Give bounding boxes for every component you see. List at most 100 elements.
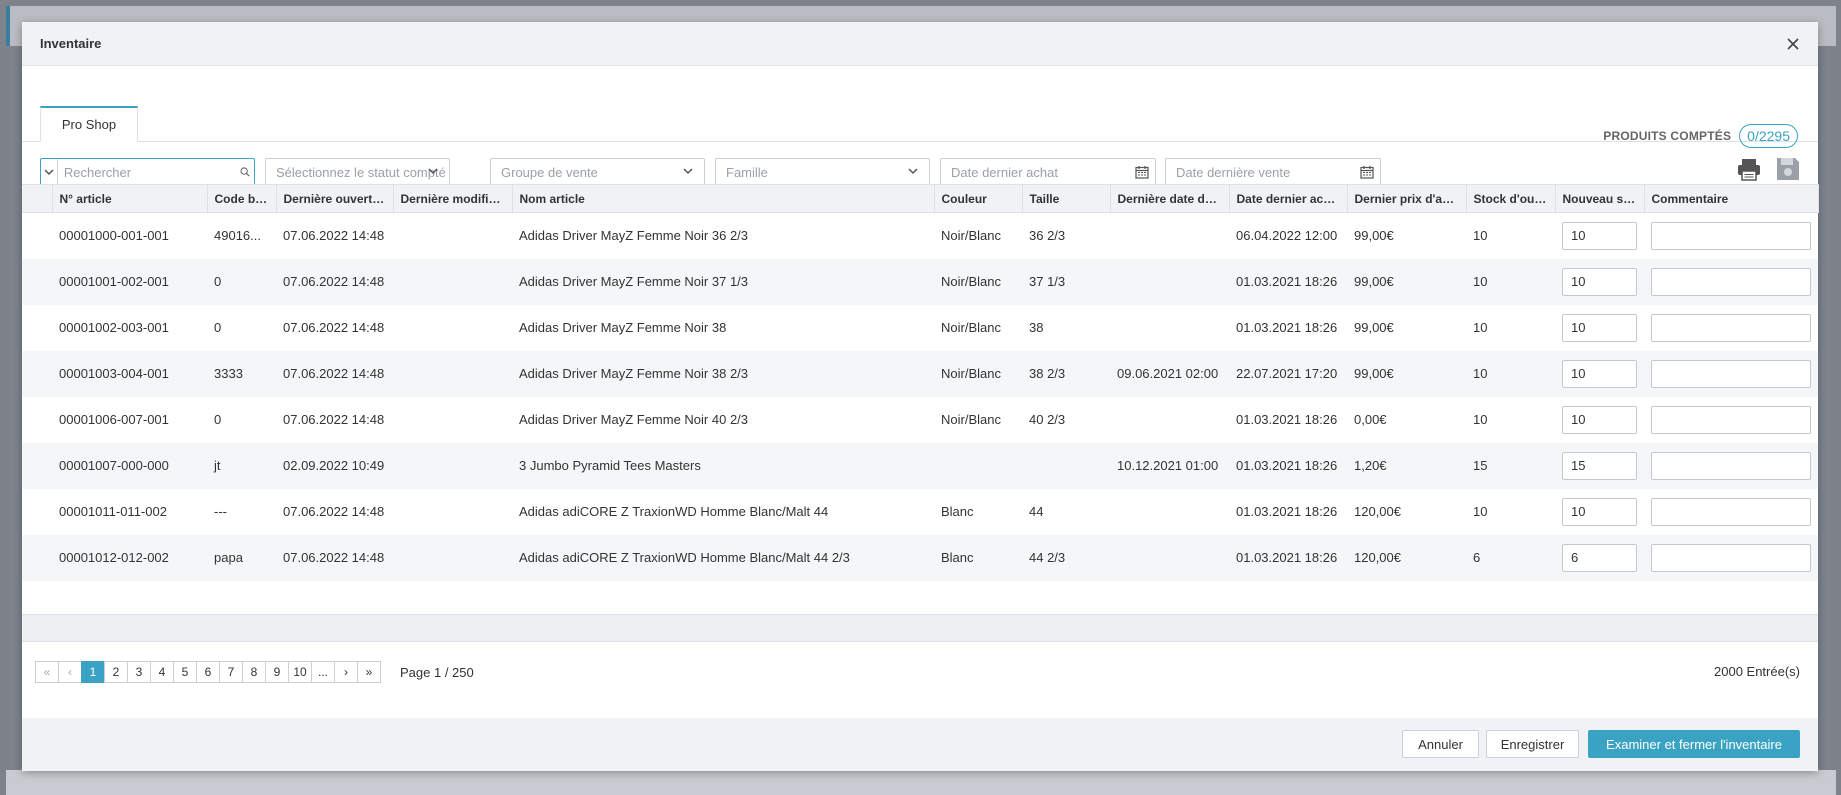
cell-last-purchase: 01.03.2021 18:26	[1229, 258, 1347, 305]
cell-num: 00001007-000-000	[52, 442, 207, 489]
column-header[interactable]: Taille	[1022, 184, 1111, 213]
cell-barcode: 0	[214, 412, 222, 427]
comment-input[interactable]	[1651, 313, 1811, 342]
column-header[interactable]: Dernière date de v...	[1110, 184, 1230, 213]
column-header[interactable]: Dernière ouverture	[276, 184, 394, 213]
calendar-icon[interactable]	[1135, 165, 1149, 179]
page-button[interactable]: 2	[104, 661, 128, 683]
column-header[interactable]: Nouveau sto...	[1555, 184, 1645, 213]
comment-input[interactable]	[1651, 267, 1811, 296]
table-row[interactable]: 00001012-012-002 papa 07.06.2022 14:48 Adid…	[22, 534, 1818, 581]
page-button[interactable]: 8	[242, 661, 266, 683]
comment-input[interactable]	[1651, 221, 1811, 250]
row-select-cell[interactable]	[22, 258, 52, 305]
column-header[interactable]: Dernière modificat...	[393, 184, 513, 213]
comment-input[interactable]	[1651, 543, 1811, 572]
table-row[interactable]: 00001000-001-001 49016... 07.06.2022 14:48…	[22, 213, 1818, 259]
row-select-cell[interactable]	[22, 213, 52, 259]
first-page-button[interactable]: «	[35, 661, 59, 683]
cell-opened: 07.06.2022 14:48	[283, 320, 385, 335]
search-icon[interactable]	[240, 164, 250, 180]
column-header[interactable]: N° article	[52, 184, 208, 213]
new-stock-input[interactable]	[1562, 221, 1637, 250]
page-button[interactable]: 1	[81, 661, 105, 683]
cell-last-purchase: 06.04.2022 12:00	[1236, 228, 1338, 244]
cell-color	[934, 442, 1022, 489]
column-header[interactable]: Dernier prix d'achat	[1347, 184, 1467, 213]
cell-stock: 10	[1466, 258, 1555, 305]
table-row[interactable]: 00001007-000-000 jt 02.09.2022 10:49 3 Jumb…	[22, 442, 1818, 489]
last-sale-date-field[interactable]: Date dernière vente	[1165, 158, 1381, 186]
cancel-button[interactable]: Annuler	[1402, 730, 1479, 758]
page-button[interactable]: 4	[150, 661, 174, 683]
cell-price: 1,20€	[1347, 442, 1466, 489]
cell-price: 99,00€	[1347, 258, 1466, 305]
status-select-placeholder: Sélectionnez le statut compté	[276, 164, 446, 180]
comment-input[interactable]	[1651, 451, 1811, 480]
row-select-cell[interactable]	[22, 442, 52, 489]
cell-last-sale: 10.12.2021 01:00	[1110, 442, 1229, 489]
last-purchase-date-field[interactable]: Date dernier achat	[940, 158, 1156, 186]
table-row[interactable]: 00001001-002-001 0 07.06.2022 14:48 Adidas …	[22, 258, 1818, 305]
row-select-cell[interactable]	[22, 305, 52, 351]
prev-page-button[interactable]: ‹	[58, 661, 82, 683]
sales-group-select[interactable]: Groupe de vente	[490, 158, 705, 186]
cell-size: 38 2/3	[1022, 350, 1110, 397]
review-close-inventory-button[interactable]: Examiner et fermer l'inventaire	[1588, 730, 1800, 758]
close-icon[interactable]	[1786, 37, 1800, 51]
column-header[interactable]: Nom article	[512, 184, 935, 213]
cell-opened: 07.06.2022 14:48	[283, 228, 385, 244]
column-header[interactable]: Couleur	[934, 184, 1023, 213]
comment-input[interactable]	[1651, 405, 1811, 434]
table-row[interactable]: 00001003-004-001 3333 07.06.2022 14:48 Adid…	[22, 350, 1818, 397]
cell-num: 00001002-003-001	[59, 320, 169, 335]
cell-name: Adidas Driver MayZ Femme Noir 38 2/3	[512, 350, 934, 397]
cell-size: 38	[1029, 320, 1044, 335]
select-column-header[interactable]	[22, 184, 53, 213]
page-button[interactable]: 5	[173, 661, 197, 683]
column-header[interactable]: Date dernier achat	[1229, 184, 1348, 213]
save-button[interactable]: Enregistrer	[1486, 730, 1579, 758]
cell-new-stock	[1555, 442, 1644, 489]
calendar-icon[interactable]	[1360, 165, 1374, 179]
page-button[interactable]: 9	[265, 661, 289, 683]
comment-input[interactable]	[1651, 359, 1811, 388]
cell-size	[1022, 442, 1110, 489]
tab-pro-shop[interactable]: Pro Shop	[40, 106, 138, 142]
row-select-cell[interactable]	[22, 489, 52, 535]
page-ellipsis-button[interactable]: ...	[311, 661, 335, 683]
cell-barcode: 3333	[207, 350, 276, 397]
table-row[interactable]: 00001002-003-001 0 07.06.2022 14:48 Adidas …	[22, 305, 1818, 351]
page-button[interactable]: 7	[219, 661, 243, 683]
row-select-cell[interactable]	[22, 397, 52, 443]
row-select-cell[interactable]	[22, 534, 52, 581]
new-stock-input[interactable]	[1562, 497, 1637, 526]
cell-comment	[1644, 350, 1818, 397]
row-select-cell[interactable]	[22, 350, 52, 397]
new-stock-input[interactable]	[1562, 313, 1637, 342]
page-button[interactable]: 6	[196, 661, 220, 683]
save-icon[interactable]	[1775, 156, 1801, 182]
print-icon[interactable]	[1736, 156, 1762, 182]
new-stock-input[interactable]	[1562, 405, 1637, 434]
next-page-button[interactable]: ›	[334, 661, 358, 683]
search-input[interactable]	[57, 159, 240, 185]
search-dropdown-toggle[interactable]	[41, 159, 58, 185]
column-header[interactable]: Code barre	[207, 184, 277, 213]
comment-input[interactable]	[1651, 497, 1811, 526]
column-header[interactable]: Commentaire	[1644, 184, 1819, 213]
new-stock-input[interactable]	[1562, 451, 1637, 480]
table-row[interactable]: 00001006-007-001 0 07.06.2022 14:48 Adidas …	[22, 397, 1818, 443]
new-stock-input[interactable]	[1562, 267, 1637, 296]
table-row[interactable]: 00001011-011-002 --- 07.06.2022 14:48 Adida…	[22, 489, 1818, 535]
page-button[interactable]: 10	[288, 661, 312, 683]
new-stock-input[interactable]	[1562, 359, 1637, 388]
last-page-button[interactable]: »	[357, 661, 381, 683]
new-stock-input[interactable]	[1562, 543, 1637, 572]
column-header[interactable]: Stock d'ouve...	[1466, 184, 1556, 213]
status-select[interactable]: Sélectionnez le statut compté	[265, 158, 450, 186]
cell-new-stock	[1555, 397, 1644, 443]
family-select[interactable]: Famille	[715, 158, 930, 186]
page-button[interactable]: 3	[127, 661, 151, 683]
modal-header: Inventaire	[22, 22, 1818, 66]
